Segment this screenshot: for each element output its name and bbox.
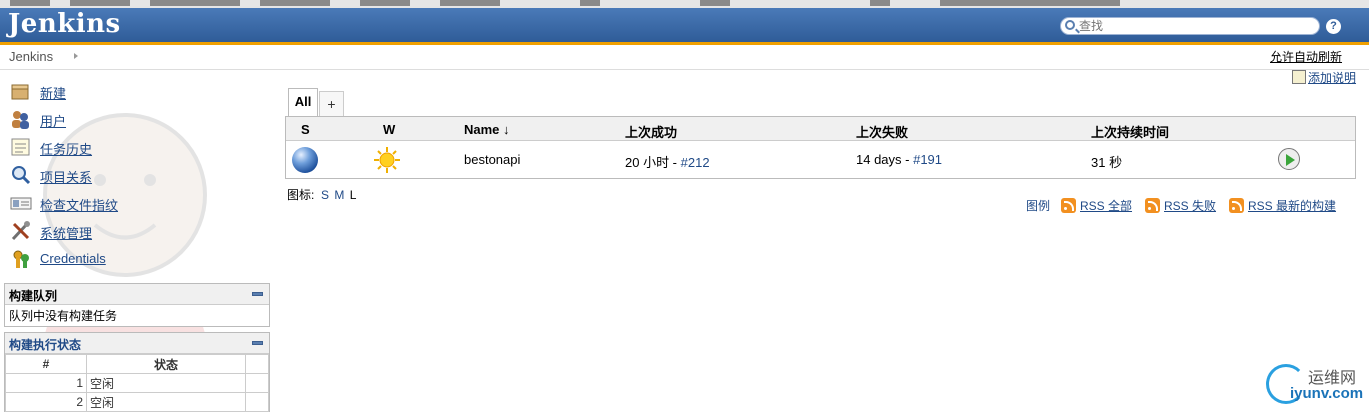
jobs-table-header: S W Name ↓ 上次成功 上次失败 上次持续时间 <box>286 117 1355 141</box>
sidebar-item-project-relationship-label[interactable]: 项目关系 <box>40 167 92 186</box>
last-success-cell: 20 小时 - #212 <box>625 152 710 171</box>
column-name[interactable]: Name ↓ <box>464 122 510 137</box>
sidebar-item-build-history[interactable]: 任务历史 <box>10 136 210 158</box>
sidebar-item-new-label[interactable]: 新建 <box>40 83 66 102</box>
blue-ball-icon <box>292 147 318 173</box>
sidebar-item-fingerprint[interactable]: 检查文件指纹 <box>10 192 210 214</box>
people-icon <box>12 111 29 129</box>
search-icon <box>12 166 31 185</box>
executor-number: 2 <box>5 392 87 412</box>
enable-auto-refresh-link[interactable]: 允许自动刷新 <box>1270 48 1342 65</box>
column-status[interactable]: S <box>301 122 310 137</box>
collapse-icon[interactable] <box>252 341 263 345</box>
sunny-weather-icon <box>374 147 400 173</box>
breadcrumb-arrow-icon[interactable] <box>74 53 78 59</box>
rss-latest-feed[interactable]: RSS 最新的构建 <box>1229 197 1336 214</box>
rss-icon <box>1145 198 1160 213</box>
jobs-table: S W Name ↓ 上次成功 上次失败 上次持续时间 bestonapi 20… <box>285 116 1356 179</box>
last-success-build-link[interactable]: #212 <box>681 155 710 170</box>
sidebar-item-manage-jenkins[interactable]: 系统管理 <box>10 220 210 242</box>
last-success-time: 20 小时 - <box>625 155 681 170</box>
search-input[interactable] <box>1079 19 1309 33</box>
sidebar-item-people[interactable]: 用户 <box>10 108 210 130</box>
fingerprint-icon <box>10 197 32 210</box>
sidebar-item-manage-jenkins-label[interactable]: 系统管理 <box>40 223 92 242</box>
executor-table: # 状态 1 空闲 2 空闲 <box>5 354 269 412</box>
last-duration-cell: 31 秒 <box>1091 155 1123 170</box>
executor-status-pane: 构建执行状态 # 状态 1 空闲 2 空闲 <box>4 332 270 412</box>
rss-all-feed[interactable]: RSS 全部 <box>1061 197 1132 214</box>
rss-icon <box>1229 198 1244 213</box>
icon-size-selector: 图标: S M L <box>287 186 356 203</box>
executor-status-title[interactable]: 构建执行状态 <box>9 336 81 353</box>
build-queue-title: 构建队列 <box>9 289 58 303</box>
executor-header-number: # <box>5 354 87 374</box>
table-row: bestonapi 20 小时 - #212 14 days - #191 31… <box>286 141 1355 179</box>
build-queue-header: 构建队列 <box>5 284 269 305</box>
jenkins-logo[interactable]: Jenkins <box>8 9 121 39</box>
table-row: 2 空闲 <box>5 392 269 412</box>
sidebar-item-build-history-label[interactable]: 任务历史 <box>40 139 92 158</box>
page-header: Jenkins ? <box>0 8 1369 45</box>
last-failure-cell: 14 days - #191 <box>856 152 942 167</box>
collapse-icon[interactable] <box>252 292 263 296</box>
rss-latest-link[interactable]: RSS 最新的构建 <box>1248 199 1336 213</box>
column-last-duration[interactable]: 上次持续时间 <box>1091 122 1169 141</box>
sidebar-item-new[interactable]: 新建 <box>10 80 210 102</box>
tab-all[interactable]: All <box>288 88 318 116</box>
build-queue-pane: 构建队列 队列中没有构建任务 <box>4 283 270 327</box>
sidebar-item-credentials[interactable]: Credentials <box>10 248 210 270</box>
browser-bookmarks-strip <box>0 0 1369 8</box>
breadcrumb-jenkins[interactable]: Jenkins <box>9 49 53 64</box>
help-icon[interactable]: ? <box>1326 19 1341 34</box>
tools-icon <box>11 221 30 241</box>
search-icon <box>1065 20 1075 30</box>
last-failure-build-link[interactable]: #191 <box>913 152 942 167</box>
sidebar-item-people-label[interactable]: 用户 <box>40 111 66 130</box>
column-last-failure[interactable]: 上次失败 <box>856 122 908 141</box>
icon-size-large: L <box>349 188 357 202</box>
add-description-label: 添加说明 <box>1308 71 1357 85</box>
column-weather[interactable]: W <box>383 122 395 137</box>
build-queue-empty-message: 队列中没有构建任务 <box>9 309 118 323</box>
add-description-link[interactable]: 添加说明 <box>1292 69 1356 86</box>
executor-header-status: 状态 <box>86 354 246 374</box>
credentials-icon <box>13 250 29 268</box>
table-row: 1 空闲 <box>5 373 269 393</box>
new-view-tab[interactable]: + <box>319 91 344 116</box>
executor-status-header: 构建执行状态 <box>5 333 269 354</box>
executor-number: 1 <box>5 373 87 393</box>
sidebar-item-project-relationship[interactable]: 项目关系 <box>10 164 210 186</box>
edit-note-icon <box>1292 70 1306 84</box>
icon-size-small[interactable]: S <box>321 188 329 202</box>
rss-failed-feed[interactable]: RSS 失败 <box>1145 197 1216 214</box>
rss-icon <box>1061 198 1076 213</box>
legend-link[interactable]: 图例 <box>1026 197 1050 214</box>
last-failure-time: 14 days - <box>856 152 914 167</box>
watermark-line2: iyunv.com <box>1290 385 1364 402</box>
site-watermark: 运维网 iyunv.com <box>1262 360 1364 406</box>
search-box[interactable] <box>1060 17 1320 35</box>
sidebar-item-credentials-label[interactable]: Credentials <box>40 251 106 266</box>
icon-size-label: 图标: <box>287 188 315 202</box>
icon-size-medium[interactable]: M <box>334 188 344 202</box>
rss-failed-link[interactable]: RSS 失败 <box>1164 199 1216 213</box>
rss-all-link[interactable]: RSS 全部 <box>1080 199 1132 213</box>
new-item-icon <box>11 84 29 100</box>
column-last-success[interactable]: 上次成功 <box>625 122 677 141</box>
notepad-icon <box>11 138 30 156</box>
executor-status: 空闲 <box>86 373 246 393</box>
executor-status: 空闲 <box>86 392 246 412</box>
schedule-build-icon[interactable] <box>1278 148 1300 170</box>
job-name-link[interactable]: bestonapi <box>464 152 520 167</box>
breadcrumb: Jenkins <box>0 45 1369 70</box>
sidebar-item-fingerprint-label[interactable]: 检查文件指纹 <box>40 195 118 214</box>
